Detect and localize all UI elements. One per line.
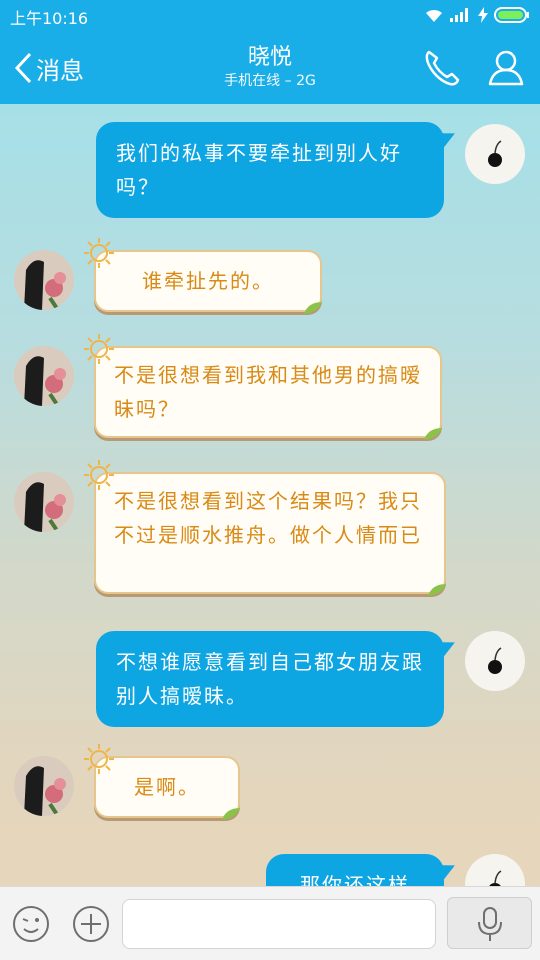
avatar[interactable]	[465, 854, 525, 886]
message-list[interactable]: 我们的私事不要牵扯到别人好吗？ 谁牵扯先的。 不是很想看到我和其他男的搞暧昧吗？…	[0, 104, 540, 886]
cherry-icon	[488, 647, 502, 674]
avatar[interactable]	[465, 631, 525, 691]
sun-decoration-icon	[84, 744, 114, 774]
avatar[interactable]	[14, 346, 74, 406]
sun-decoration-icon	[84, 334, 114, 364]
cherry-icon	[489, 870, 502, 886]
message-input[interactable]	[122, 899, 436, 949]
phone-icon	[425, 50, 460, 86]
outgoing-bubble[interactable]: 我们的私事不要牵扯到别人好吗？	[96, 122, 444, 218]
status-time: 上午10:16	[10, 9, 89, 28]
more-button[interactable]	[72, 905, 110, 943]
charging-icon	[478, 7, 488, 23]
leaf-decoration-icon	[424, 428, 442, 440]
outgoing-bubble[interactable]: 不想谁愿意看到自己都女朋友跟别人搞暧昧。	[96, 631, 444, 727]
status-icons	[424, 6, 530, 24]
message-text: 不是很想看到这个结果吗？我只不过是顺水推舟。做个人情而已	[114, 489, 422, 547]
profile-button[interactable]	[484, 46, 528, 90]
incoming-bubble[interactable]: 谁牵扯先的。	[84, 238, 322, 314]
voice-button[interactable]	[447, 897, 532, 949]
avatar[interactable]	[14, 250, 74, 310]
microphone-icon	[478, 907, 502, 941]
avatar[interactable]	[14, 756, 74, 816]
call-button[interactable]	[420, 46, 464, 90]
wifi-icon	[426, 9, 442, 22]
leaf-decoration-icon	[428, 584, 446, 596]
emoji-button[interactable]	[12, 905, 50, 943]
incoming-bubble[interactable]: 不是很想看到我和其他男的搞暧昧吗？	[84, 334, 442, 440]
sun-decoration-icon	[84, 238, 114, 268]
plus-icon	[73, 906, 109, 942]
leaf-decoration-icon	[304, 302, 322, 314]
profile-photo-icon	[14, 250, 74, 310]
profile-icon	[488, 50, 524, 86]
battery-icon	[494, 7, 529, 23]
profile-photo-icon	[14, 756, 74, 816]
avatar[interactable]	[465, 124, 525, 184]
chat-header: 上午10:16 消息 晓悦 手机在线 – 2G	[0, 0, 540, 104]
emoji-icon	[13, 906, 49, 942]
sun-decoration-icon	[84, 460, 114, 490]
leaf-decoration-icon	[222, 808, 240, 820]
message-text: 谁牵扯先的。	[142, 269, 274, 293]
avatar[interactable]	[14, 472, 74, 532]
cherry-icon	[488, 140, 502, 167]
status-bar: 上午10:16	[0, 0, 540, 30]
incoming-bubble[interactable]: 是啊。	[84, 744, 240, 820]
message-text: 不是很想看到我和其他男的搞暧昧吗？	[114, 363, 422, 421]
signal-icon	[450, 8, 468, 22]
profile-photo-icon	[14, 346, 74, 406]
incoming-bubble[interactable]: 不是很想看到这个结果吗？我只不过是顺水推舟。做个人情而已	[84, 460, 446, 596]
message-text: 是啊。	[134, 775, 200, 799]
input-bar	[0, 886, 540, 960]
profile-photo-icon	[14, 472, 74, 532]
outgoing-bubble[interactable]: 那你还这样	[266, 854, 444, 886]
